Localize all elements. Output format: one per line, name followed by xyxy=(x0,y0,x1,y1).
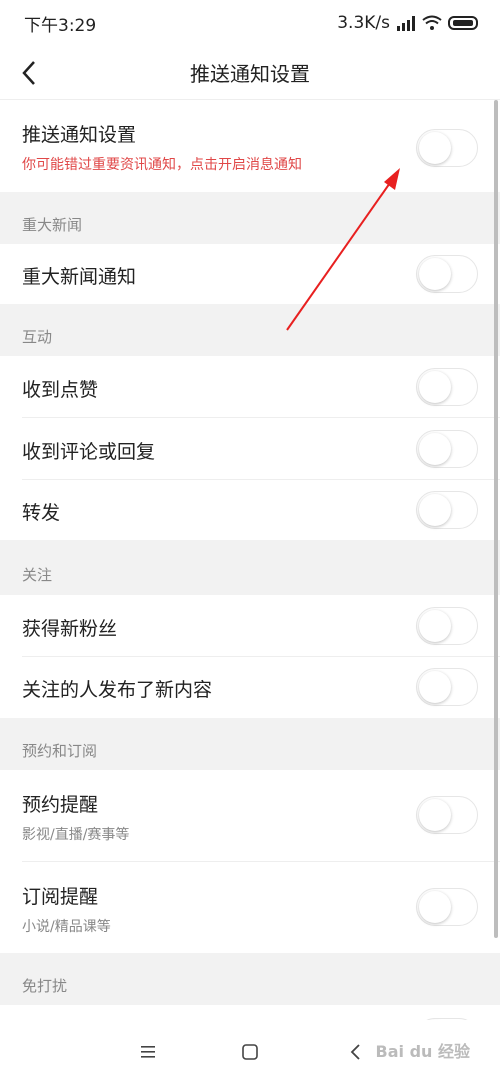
settings-list: 推送通知设置 你可能错过重要资讯通知，点击开启消息通知 重大新闻 重大新闻通知 … xyxy=(0,100,500,1020)
chevron-left-icon xyxy=(22,61,35,85)
section-title: 预约和订阅 xyxy=(22,742,98,760)
likes-toggle[interactable] xyxy=(416,368,478,406)
followed-posts-label: 关注的人发布了新内容 xyxy=(22,679,213,701)
status-time: 下午3:29 xyxy=(24,15,97,36)
likes-label: 收到点赞 xyxy=(22,379,99,401)
major-news-row[interactable]: 重大新闻通知 xyxy=(0,244,500,304)
major-news-toggle[interactable] xyxy=(416,255,478,293)
back-button[interactable] xyxy=(14,58,44,88)
home-key[interactable] xyxy=(238,1040,262,1064)
section-subscribe: 预约和订阅 xyxy=(0,718,500,770)
scrollbar[interactable] xyxy=(494,100,498,938)
comments-label: 收到评论或回复 xyxy=(22,441,156,463)
section-title: 互动 xyxy=(22,328,53,346)
new-fans-toggle[interactable] xyxy=(416,607,478,645)
subscription-sub: 小说/精品课等 xyxy=(22,919,111,935)
menu-key[interactable] xyxy=(136,1040,160,1064)
new-fans-row[interactable]: 获得新粉丝 xyxy=(0,595,500,657)
subscription-row[interactable]: 订阅提醒 小说/精品课等 xyxy=(0,862,500,953)
signal-icon xyxy=(397,16,415,31)
back-arrow-icon xyxy=(350,1044,360,1060)
reservation-sub: 影视/直播/赛事等 xyxy=(22,827,130,843)
subscription-label: 订阅提醒 xyxy=(22,886,99,908)
reservation-row[interactable]: 预约提醒 影视/直播/赛事等 xyxy=(0,770,500,862)
likes-row[interactable]: 收到点赞 xyxy=(0,356,500,418)
comments-toggle[interactable] xyxy=(416,430,478,468)
home-square-icon xyxy=(242,1044,258,1060)
reservation-label: 预约提醒 xyxy=(22,794,99,816)
dnd-row[interactable] xyxy=(0,1005,500,1020)
status-bar: 下午3:29 3.3K/s xyxy=(0,0,500,46)
wifi-icon xyxy=(422,15,442,30)
section-major: 重大新闻 xyxy=(0,192,500,244)
repost-row[interactable]: 转发 xyxy=(0,480,500,540)
section-follow: 关注 xyxy=(0,540,500,595)
subscription-toggle[interactable] xyxy=(416,888,478,926)
section-title: 免打扰 xyxy=(22,977,68,995)
master-push-hint: 你可能错过重要资讯通知，点击开启消息通知 xyxy=(22,157,302,173)
battery-icon xyxy=(448,16,478,30)
network-speed: 3.3K/s xyxy=(337,13,390,33)
major-news-label: 重大新闻通知 xyxy=(22,266,137,288)
master-push-row[interactable]: 推送通知设置 你可能错过重要资讯通知，点击开启消息通知 xyxy=(0,100,500,192)
reservation-toggle[interactable] xyxy=(416,796,478,834)
section-title: 关注 xyxy=(22,566,53,584)
section-dnd: 免打扰 xyxy=(0,953,500,1005)
section-interact: 互动 xyxy=(0,304,500,356)
system-nav-bar: Bai du 经验 xyxy=(0,1020,500,1083)
master-push-toggle[interactable] xyxy=(416,129,478,167)
followed-posts-row[interactable]: 关注的人发布了新内容 xyxy=(0,657,500,718)
repost-label: 转发 xyxy=(22,502,61,524)
comments-row[interactable]: 收到评论或回复 xyxy=(0,418,500,480)
page-title: 推送通知设置 xyxy=(190,62,310,86)
followed-posts-toggle[interactable] xyxy=(416,668,478,706)
section-title: 重大新闻 xyxy=(22,216,83,234)
back-key[interactable] xyxy=(344,1040,368,1064)
watermark-logo: Bai du 经验 xyxy=(375,1042,470,1061)
master-push-label: 推送通知设置 xyxy=(22,124,137,146)
nav-bar: 推送通知设置 xyxy=(0,46,500,100)
repost-toggle[interactable] xyxy=(416,491,478,529)
menu-icon xyxy=(141,1046,155,1058)
new-fans-label: 获得新粉丝 xyxy=(22,618,118,640)
